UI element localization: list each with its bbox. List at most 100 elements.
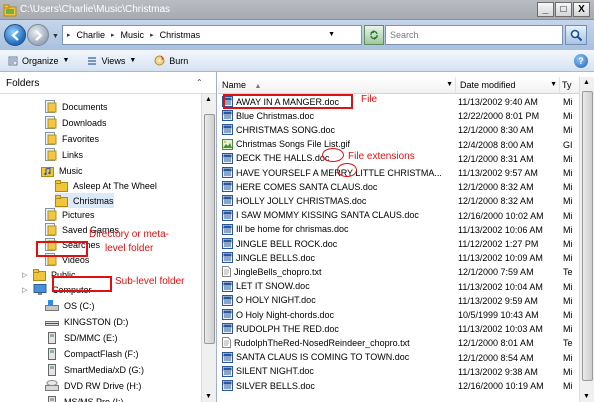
file-type: Mi	[563, 153, 573, 164]
folder-tree-label: MS/MS Pro (I:)	[64, 396, 124, 402]
forward-button[interactable]	[27, 24, 49, 46]
address-dropdown-icon[interactable]: ▼	[328, 31, 335, 38]
help-icon[interactable]: ?	[574, 54, 588, 68]
type-column-header[interactable]: Ty	[560, 77, 580, 94]
breadcrumb-christmas[interactable]: Christmas	[160, 30, 201, 40]
annotation-directory-line1: Directory or meta-	[89, 229, 170, 240]
organize-button[interactable]: Organize ▼	[8, 56, 69, 66]
folder-tree-item[interactable]: SD/MMC (E:)	[45, 330, 118, 345]
burn-button[interactable]: Burn	[154, 55, 188, 66]
music-folder-highlight-box	[36, 241, 88, 257]
file-row[interactable]: Christmas Songs File List.gif 12/4/2008 8…	[218, 138, 580, 152]
scroll-down-icon[interactable]: ▼	[205, 393, 212, 400]
search-button[interactable]	[565, 25, 587, 45]
file-row[interactable]: SILENT NIGHT.doc 11/13/2002 9:38 AM Mi	[218, 365, 580, 379]
expand-arrow-icon[interactable]: ▷	[22, 282, 27, 297]
folder-tree-item[interactable]: MS/MS Pro (I:)	[45, 394, 124, 402]
file-type: Mi	[563, 97, 573, 107]
folders-scroll-thumb[interactable]	[204, 114, 215, 344]
folder-tree-item[interactable]: Music	[41, 163, 83, 178]
file-row[interactable]: HERE COMES SANTA CLAUS.doc 12/1/2000 8:32…	[218, 180, 580, 194]
folder-tree-item[interactable]: CompactFlash (F:)	[45, 346, 139, 361]
file-row[interactable]: CHRISTMAS SONG.doc 12/1/2000 8:30 AM Mi	[218, 123, 580, 137]
breadcrumb-music[interactable]: Music	[121, 30, 145, 40]
refresh-button[interactable]	[364, 25, 384, 45]
folder-tree-item[interactable]: Favorites	[45, 131, 99, 146]
folder-tree-item[interactable]: KINGSTON (D:)	[45, 314, 128, 329]
file-date: 12/1/2000 8:54 AM	[458, 352, 534, 363]
file-name-cell: LET IT SNOW.doc	[222, 280, 310, 292]
date-column-header[interactable]: Date modified ▼	[456, 77, 560, 94]
views-button[interactable]: Views ▼	[87, 56, 136, 66]
folder-tree-item[interactable]: Asleep At The Wheel	[55, 178, 157, 193]
history-dropdown-icon[interactable]: ▼	[52, 33, 59, 40]
forward-arrow-icon	[35, 30, 43, 41]
close-button[interactable]: X	[573, 2, 590, 17]
file-row[interactable]: RUDOLPH THE RED.doc 11/13/2002 10:03 AM Mi	[218, 322, 580, 336]
favorites-folder-icon	[45, 132, 57, 145]
file-name-cell: CHRISTMAS SONG.doc	[222, 124, 335, 136]
hard-drive-icon	[45, 299, 59, 311]
folder-tree-item[interactable]: Links	[45, 147, 83, 162]
scroll-up-icon[interactable]: ▲	[583, 79, 590, 86]
name-column-header[interactable]: Name ▲ ▼	[218, 77, 456, 94]
maximize-button[interactable]: □	[555, 2, 572, 17]
column-dropdown-icon[interactable]: ▼	[550, 77, 557, 93]
folder-icon	[33, 268, 46, 281]
file-row[interactable]: LET IT SNOW.doc 11/13/2002 10:04 AM Mi	[218, 280, 580, 294]
files-scroll-thumb[interactable]	[582, 91, 593, 381]
file-row[interactable]: HOLLY JOLLY CHRISTMAS.doc 12/1/2000 8:32 …	[218, 194, 580, 208]
collapse-chevron-icon[interactable]: ⌃	[196, 78, 203, 87]
folder-tree-item[interactable]: DVD RW Drive (H:)	[45, 378, 141, 393]
minimize-button[interactable]: _	[537, 2, 554, 17]
scroll-down-icon[interactable]: ▼	[583, 393, 590, 400]
caret-down-icon: ▼	[129, 57, 137, 64]
file-list-pane: Name ▲ ▼ Date modified ▼ Ty AWAY IN A MA…	[218, 72, 594, 402]
file-row[interactable]: Blue Christmas.doc 12/22/2000 8:01 PM Mi	[218, 109, 580, 123]
file-name-cell: O Holy Night-chords.doc	[222, 309, 334, 320]
folder-tree-item[interactable]: Downloads	[45, 115, 107, 130]
file-row[interactable]: SILVER BELLS.doc 12/16/2000 10:19 AM Mi	[218, 379, 580, 393]
expand-arrow-icon[interactable]: ▷	[22, 267, 27, 282]
word-doc-icon	[222, 351, 233, 363]
burn-disc-icon	[154, 55, 165, 66]
file-type: Mi	[563, 125, 573, 136]
file-row[interactable]: SANTA CLAUS IS COMING TO TOWN.doc 12/1/20…	[218, 351, 580, 365]
folders-scrollbar[interactable]: ▲ ▼	[201, 94, 216, 402]
file-row[interactable]: JingleBells_chopro.txt 12/1/2000 7:59 AM T…	[218, 265, 580, 279]
folder-tree-item[interactable]: Christmas	[55, 193, 114, 208]
file-type: Mi	[563, 281, 573, 292]
file-name-cell: HOLLY JOLLY CHRISTMAS.doc	[222, 195, 366, 207]
file-row[interactable]: JINGLE BELLS.doc 11/13/2002 10:09 AM Mi	[218, 251, 580, 265]
file-row[interactable]: RudolphTheRed-NosedReindeer_chopro.txt 12…	[218, 336, 580, 350]
file-row[interactable]: Ill be home for chrismas.doc 11/13/2002 1…	[218, 223, 580, 237]
folder-tree-label: Documents	[62, 101, 108, 112]
word-doc-icon	[222, 323, 233, 335]
text-file-icon	[222, 266, 231, 278]
file-row[interactable]: JINGLE BELL ROCK.doc 11/12/2002 1:27 PM Mi	[218, 237, 580, 251]
folder-tree-label: Links	[62, 149, 84, 160]
file-row[interactable]: HAVE YOURSELF A MERRY LITTLE CHRISTMA...…	[218, 166, 580, 180]
address-breadcrumb[interactable]: ▸ Charlie ▸ Music ▸ Christmas ▼	[62, 25, 362, 45]
refresh-icon	[370, 30, 378, 40]
file-name: Blue Christmas.doc	[236, 110, 315, 121]
file-row[interactable]: O Holy Night-chords.doc 10/5/1999 10:43 A…	[218, 308, 580, 322]
scroll-up-icon[interactable]: ▲	[205, 96, 212, 103]
folder-icon	[55, 194, 68, 207]
usb-drive-icon	[45, 320, 59, 326]
search-input[interactable]: Search	[385, 25, 563, 45]
folder-tree-item[interactable]: SmartMedia/xD (G:)	[45, 362, 144, 377]
folder-tree-item[interactable]: OS (C:)	[45, 298, 95, 313]
links-folder-icon	[45, 148, 57, 161]
file-row[interactable]: O HOLY NIGHT.doc 11/13/2002 9:59 AM Mi	[218, 294, 580, 308]
file-date: 11/13/2002 9:59 AM	[458, 295, 538, 306]
file-name: SILENT NIGHT.doc	[236, 366, 314, 377]
column-dropdown-icon[interactable]: ▼	[446, 77, 453, 93]
files-scrollbar[interactable]: ▲ ▼	[579, 77, 594, 402]
file-name-cell: I SAW MOMMY KISSING SANTA CLAUS.doc	[222, 209, 419, 221]
file-row[interactable]: I SAW MOMMY KISSING SANTA CLAUS.doc 12/16…	[218, 209, 580, 223]
breadcrumb-charlie[interactable]: Charlie	[77, 30, 106, 40]
folder-tree-item[interactable]: Documents	[45, 99, 108, 114]
back-button[interactable]	[4, 24, 26, 46]
folder-tree-item[interactable]: Pictures	[45, 207, 95, 222]
